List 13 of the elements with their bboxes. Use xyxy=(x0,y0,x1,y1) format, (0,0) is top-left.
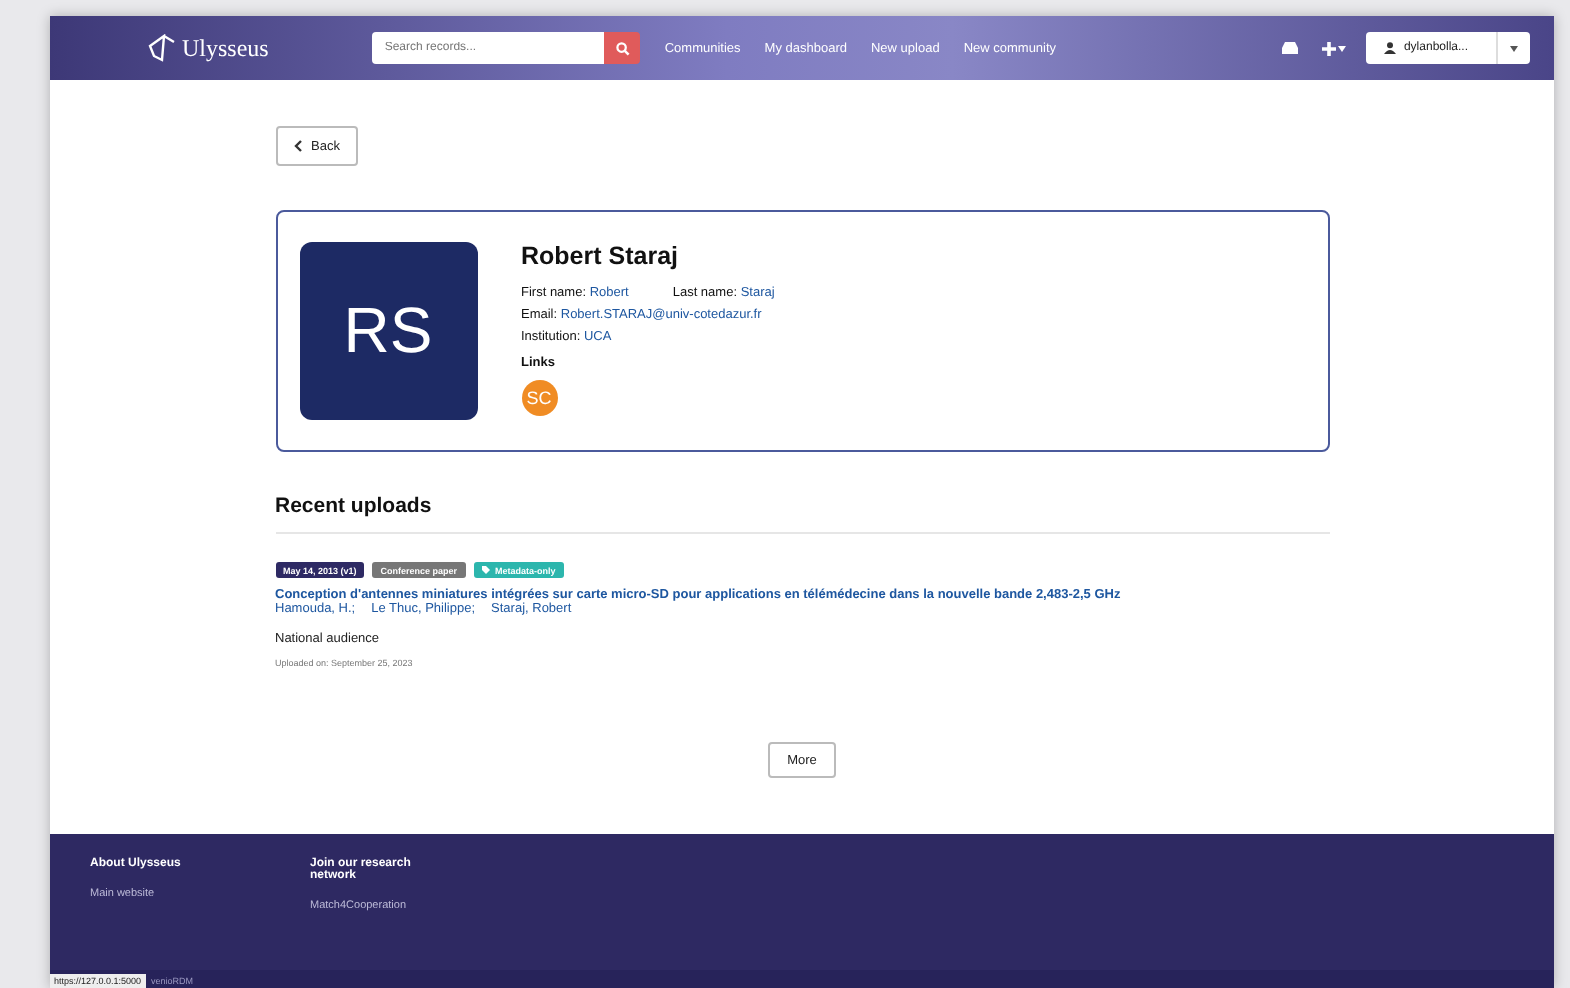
caret-icon xyxy=(1510,45,1518,51)
logo-text[interactable]: Ulysseus xyxy=(182,33,269,63)
avatar-initials: RS xyxy=(299,242,477,420)
section-heading: Recent uploads xyxy=(275,494,1329,534)
profile-name: Robert Staraj xyxy=(521,242,680,270)
search-icon xyxy=(615,41,630,55)
tag-icon xyxy=(481,566,490,574)
chevron-left-icon xyxy=(293,140,301,152)
plus-icon[interactable] xyxy=(1321,41,1346,55)
user-icon xyxy=(1383,42,1396,54)
inbox-icon[interactable] xyxy=(1281,42,1298,54)
logo-icon xyxy=(146,34,178,62)
search-button[interactable] xyxy=(604,32,641,64)
